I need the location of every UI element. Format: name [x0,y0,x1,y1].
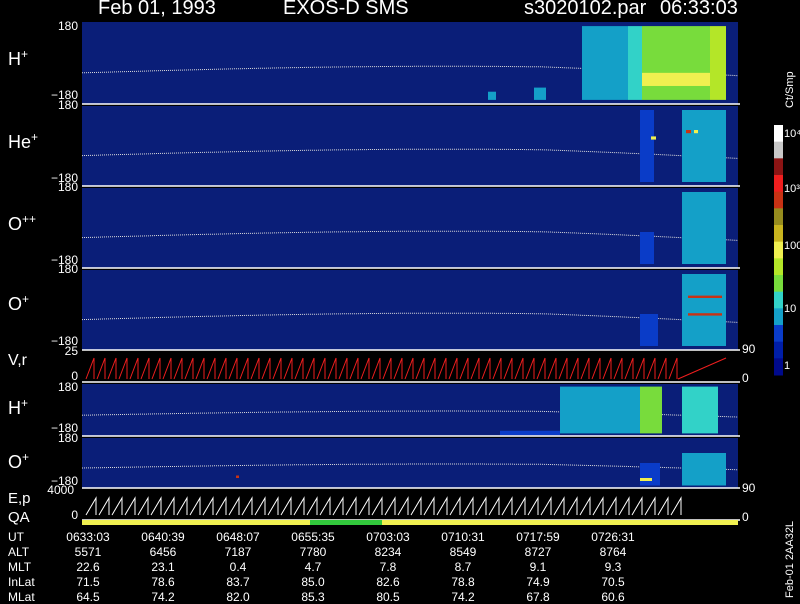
footer-label-alt: ALT [8,545,30,559]
data-block [710,26,726,100]
footer-label-inlat: InLat [8,575,35,589]
colorbar-swatch [774,141,783,159]
data-block [560,386,640,434]
panel-label-o-plus-2: O+ [8,450,30,472]
panel-label-qa: QA [8,509,30,526]
data-block [694,130,698,134]
rtick-bottom-vr: 0 [742,371,749,385]
footer-label-ut: UT [8,530,24,544]
data-block [488,91,496,100]
rtick-bottom-ep: 0 [742,510,749,524]
data-block [682,386,718,434]
data-block [688,295,722,298]
ytick-top-opp: 180 [57,180,78,194]
panel-bg-o-plus [82,270,738,350]
panel-label-h-plus: H+ [8,47,29,69]
data-block [682,453,726,486]
colorbar-swatch [774,358,783,376]
panel-bg-o-plusplus [82,188,738,268]
colorbar-swatch [774,291,783,309]
colorbar-tick-100: 100 [784,240,800,252]
panel-label-o-plus: O+ [8,292,30,314]
qa-bar-segment [310,520,382,525]
footer-label-mlt: MLT [8,560,32,574]
colorbar-swatch [774,241,783,259]
panel-label-ep: E,p [8,490,31,507]
rtick-top-vr: 90 [742,342,756,356]
colorbar-swatch [774,275,783,293]
data-block [682,274,726,346]
panel-label-vr: V,r [8,352,27,369]
colorbar-unit: Ct/Smp [784,71,796,108]
ytick-top-o: 180 [57,262,78,276]
ytick-top-he: 180 [57,98,78,112]
panel-label-he-plus: He+ [8,130,39,152]
colorbar-swatch [774,225,783,243]
panel-bg-ep [82,490,738,520]
data-block [628,26,642,100]
data-block [640,386,662,434]
footer-mlt-value: 9.3 [604,560,622,574]
panel-bg-o-plus-2 [82,438,738,488]
colorbar-swatch [774,158,783,176]
data-block [688,313,722,316]
ytick-bottom-ep: 0 [71,508,78,522]
data-block [640,463,660,486]
ytick-top-vr: 25 [64,344,78,358]
data-block [682,110,726,182]
colorbar-swatch [774,125,783,143]
footer-mlat-value: 60.6 [601,590,625,604]
data-block [642,26,710,100]
colorbar-swatch [774,208,783,226]
data-block [640,232,654,264]
colorbar-swatch [774,325,783,343]
ytick-top-ep: 4000 [47,483,74,497]
colorbar-swatch [774,175,783,193]
colorbar-swatch [774,191,783,209]
footer-inlat-value: 70.5 [601,575,625,589]
ytick-top-h2: 180 [57,380,78,394]
colorbar-swatch [774,341,783,359]
colorbar-swatch [774,308,783,326]
data-block [642,72,710,86]
data-block [640,478,652,481]
footer-ut-value: 0726:31 [591,530,635,544]
data-block [582,26,628,100]
data-block [236,475,239,478]
data-block [500,430,560,435]
data-block [651,136,656,140]
footer-alt-value: 8764 [599,545,627,559]
panel-label-h-plus-2: H+ [8,396,29,418]
colorbar-tick-1000: 10³ [784,183,800,195]
panel-bg-he-plus [82,106,738,186]
spectrogram-plot [81,22,783,525]
rtick-top-ep: 90 [742,481,756,495]
ytick-top-h: 180 [57,19,78,33]
colorbar-tick-10: 10 [784,303,797,315]
data-block [640,110,654,182]
footer-label-mlat: MLat [8,590,35,604]
colorbar-swatch [774,258,783,276]
data-block [682,192,726,264]
data-block [640,314,658,346]
qa-bar [82,520,738,525]
colorbar-tick-1: 1 [784,360,791,372]
side-id-text: Feb-01 2AA32L [784,520,796,598]
ytick-top-o2: 180 [57,431,78,445]
data-block [534,87,546,100]
colorbar-tick-10000: 10⁴ [784,128,800,140]
panel-label-o-plusplus: O++ [8,212,37,234]
data-block [686,130,691,134]
